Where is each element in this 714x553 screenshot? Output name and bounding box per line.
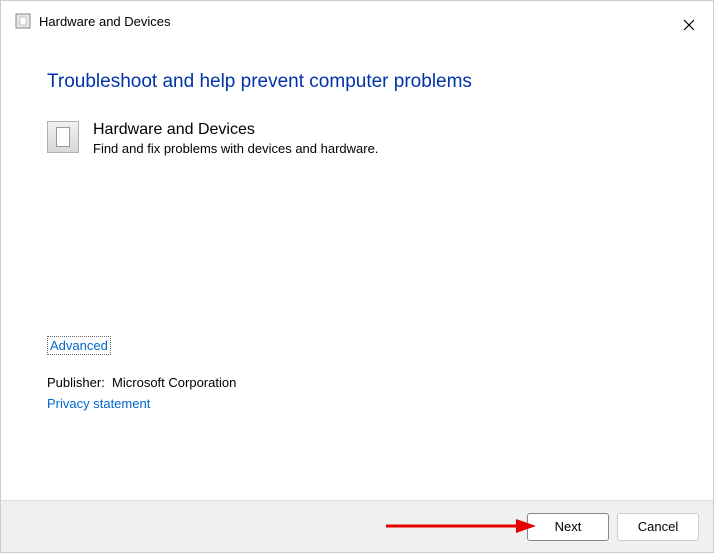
next-button[interactable]: Next (527, 513, 609, 541)
window-title: Hardware and Devices (39, 14, 171, 29)
publisher-row: Publisher: Microsoft Corporation (47, 375, 667, 390)
close-button[interactable] (673, 9, 705, 41)
titlebar-left: Hardware and Devices (15, 13, 171, 29)
button-bar: Next Cancel (1, 500, 713, 552)
cancel-button[interactable]: Cancel (617, 513, 699, 541)
troubleshooter-title: Hardware and Devices (93, 121, 378, 139)
publisher-value: Microsoft Corporation (112, 375, 236, 390)
advanced-link[interactable]: Advanced (47, 336, 111, 355)
troubleshooter-description: Find and fix problems with devices and h… (93, 141, 378, 156)
troubleshooter-item: Hardware and Devices Find and fix proble… (47, 121, 667, 156)
privacy-statement-link[interactable]: Privacy statement (47, 396, 150, 411)
page-heading: Troubleshoot and help prevent computer p… (47, 71, 667, 93)
close-icon (683, 19, 695, 31)
troubleshooter-text: Hardware and Devices Find and fix proble… (93, 121, 378, 156)
hardware-devices-icon (47, 121, 79, 153)
troubleshooter-window-icon (15, 13, 31, 29)
publisher-label: Publisher: (47, 375, 105, 390)
content-area: Troubleshoot and help prevent computer p… (1, 41, 713, 421)
titlebar: Hardware and Devices (1, 1, 713, 41)
next-button-label: Next (555, 519, 582, 534)
